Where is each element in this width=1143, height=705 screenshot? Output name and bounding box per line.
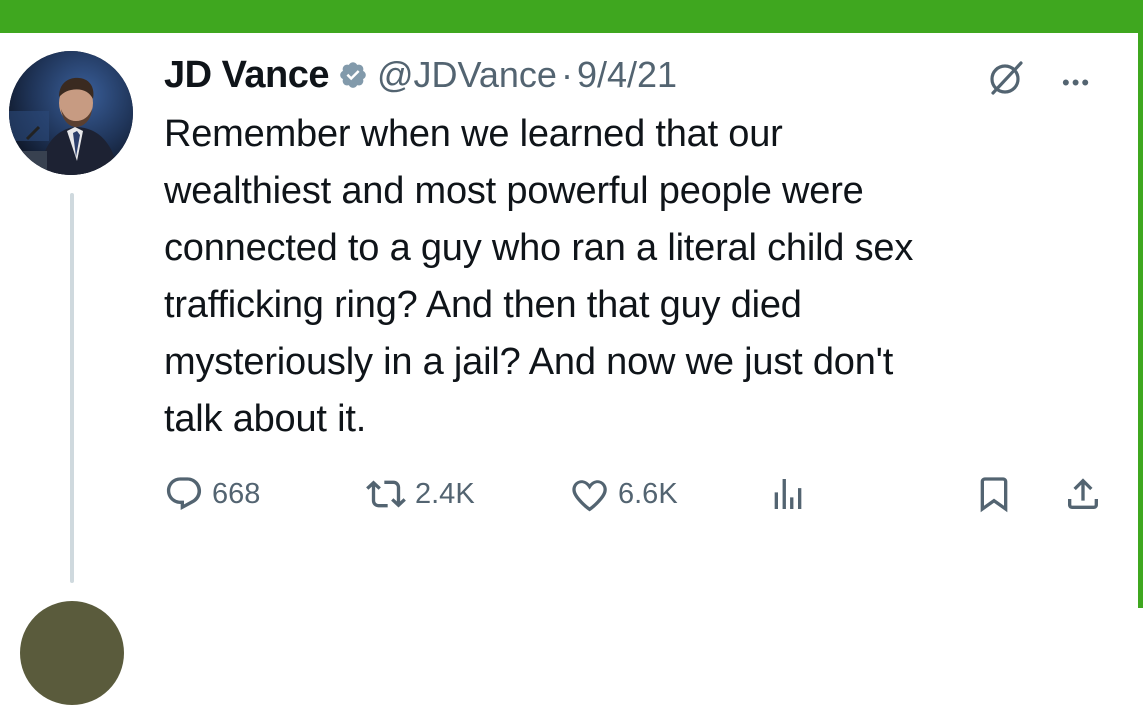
right-green-border — [1138, 33, 1143, 608]
share-icon — [1068, 478, 1098, 509]
share-button[interactable] — [1063, 474, 1103, 514]
tweet-date[interactable]: 9/4/21 — [577, 54, 677, 96]
tweet-text: Remember when we learned that our wealth… — [164, 106, 1094, 448]
display-name[interactable]: JD Vance — [164, 54, 330, 97]
reply-count: 668 — [212, 477, 261, 510]
repost-button[interactable]: 2.4K — [365, 474, 475, 514]
bookmark-button[interactable] — [974, 474, 1014, 514]
repost-count: 2.4K — [415, 477, 475, 510]
reply-button[interactable]: 668 — [164, 474, 260, 514]
tweet-text-line: Remember when we learned that our — [164, 113, 783, 155]
heart-icon — [572, 480, 607, 512]
bookmark-icon — [980, 477, 1008, 513]
thread-line — [70, 193, 74, 583]
tweet-text-line: mysteriously in a jail? And now we just … — [164, 341, 894, 383]
grok-icon[interactable] — [985, 57, 1027, 104]
next-tweet-avatar[interactable] — [20, 601, 124, 705]
tweet-text-line: wealthiest and most powerful people were — [164, 170, 864, 212]
user-handle[interactable]: @JDVance — [377, 54, 557, 96]
top-green-bar — [0, 0, 1143, 33]
avatar[interactable] — [9, 51, 133, 175]
tweet-header: JD Vance @JDVance · 9/4/21 — [164, 52, 677, 98]
tweet-text-line: trafficking ring? And then that guy died — [164, 284, 802, 326]
reply-icon — [166, 477, 202, 511]
like-button[interactable]: 6.6K — [570, 474, 678, 514]
analytics-icon — [774, 479, 802, 509]
views-button[interactable] — [768, 474, 808, 514]
repost-icon — [366, 480, 406, 508]
tweet-text-line: talk about it. — [164, 398, 367, 440]
like-count: 6.6K — [618, 477, 678, 510]
verified-badge-icon — [338, 60, 368, 90]
separator-dot: · — [560, 54, 573, 95]
more-options-icon[interactable]: ••• — [1062, 72, 1091, 94]
tweet-text-line: connected to a guy who ran a literal chi… — [164, 227, 914, 269]
